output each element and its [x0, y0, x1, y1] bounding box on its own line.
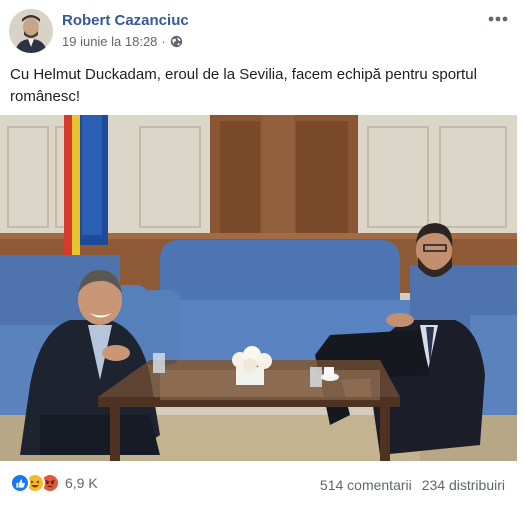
reaction-count[interactable]: 6,9 K: [65, 475, 98, 491]
globe-icon[interactable]: [170, 35, 183, 48]
post-stats: 514 comentarii 234 distribuiri: [320, 477, 505, 493]
like-icon[interactable]: [10, 473, 30, 493]
post-photo[interactable]: [0, 115, 517, 461]
shares-count[interactable]: 234 distribuiri: [422, 477, 505, 493]
post-header: Robert Cazanciuc 19 iunie la 18:28 ·: [0, 0, 524, 58]
more-options-icon[interactable]: [486, 12, 510, 26]
author-name[interactable]: Robert Cazanciuc: [62, 12, 189, 29]
post-text: Cu Helmut Duckadam, eroul de la Sevilia,…: [10, 66, 477, 105]
post-date[interactable]: 19 iunie la 18:28: [62, 34, 157, 49]
post-footer: 6,9 K 514 comentarii 234 distribuiri: [0, 465, 524, 505]
author-avatar[interactable]: [9, 9, 53, 53]
reactions-summary[interactable]: 6,9 K: [10, 473, 98, 493]
post-meta: 19 iunie la 18:28 ·: [62, 34, 183, 49]
meta-separator: ·: [161, 34, 166, 49]
facebook-post: Robert Cazanciuc 19 iunie la 18:28 · Cu …: [0, 0, 524, 509]
comments-count[interactable]: 514 comentarii: [320, 477, 412, 493]
